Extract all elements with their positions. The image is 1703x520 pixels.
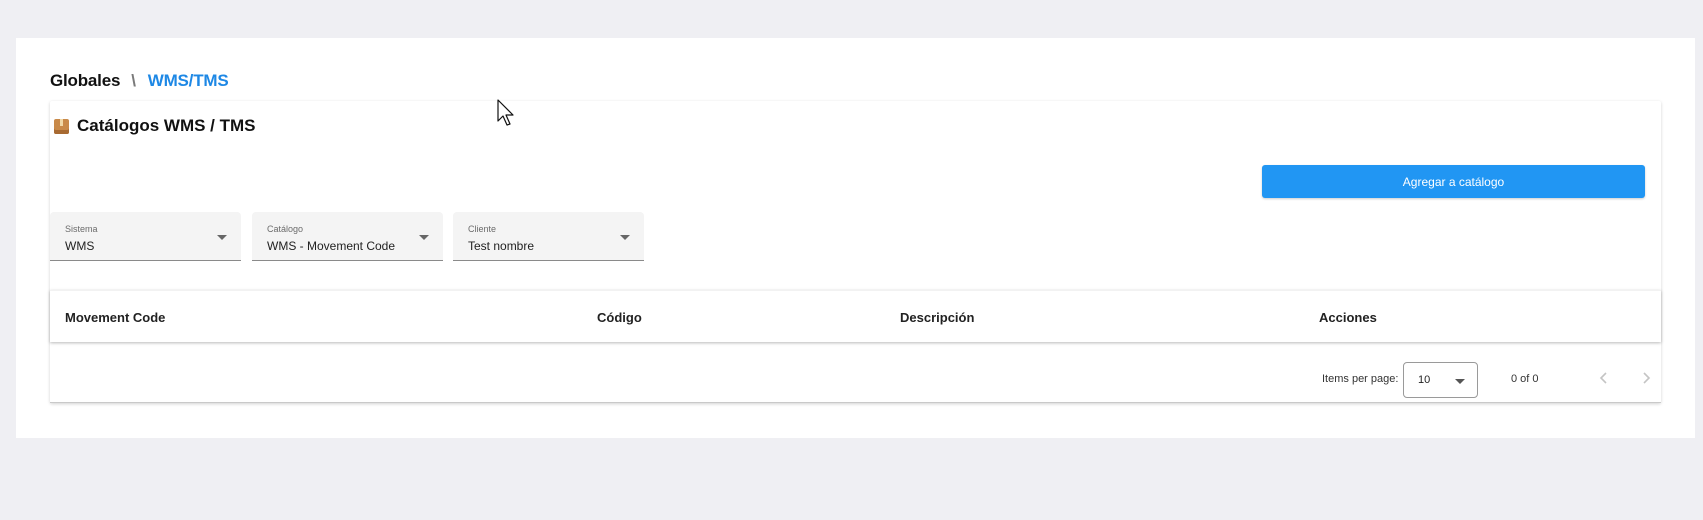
items-per-page-value: 10 bbox=[1418, 374, 1431, 386]
chevron-down-icon[interactable] bbox=[620, 235, 630, 240]
chevron-down-icon[interactable] bbox=[1455, 379, 1465, 384]
mouse-cursor-icon bbox=[497, 99, 517, 127]
items-per-page-select[interactable]: 10 bbox=[1403, 362, 1478, 398]
items-per-page-label: Items per page: bbox=[1322, 373, 1399, 385]
cliente-label: Cliente bbox=[468, 224, 497, 234]
panel-title-row: Catálogos WMS / TMS bbox=[54, 116, 256, 136]
catalogo-label: Catálogo bbox=[267, 224, 304, 234]
column-header-codigo[interactable]: Código bbox=[597, 310, 642, 325]
column-header-movement-code[interactable]: Movement Code bbox=[65, 310, 165, 325]
add-to-catalog-label: Agregar a catálogo bbox=[1402, 174, 1505, 189]
paginator: Items per page: 10 0 of 0 bbox=[50, 346, 1661, 403]
column-header-descripcion[interactable]: Descripción bbox=[900, 310, 974, 325]
package-icon bbox=[54, 118, 69, 134]
breadcrumb-separator: \ bbox=[131, 71, 136, 90]
sistema-value: WMS bbox=[65, 239, 95, 253]
catalogo-select[interactable]: Catálogo WMS - Movement Code bbox=[252, 212, 443, 261]
sistema-select[interactable]: Sistema WMS bbox=[50, 212, 241, 261]
sistema-label: Sistema bbox=[65, 224, 98, 234]
cliente-select[interactable]: Cliente Test nombre bbox=[453, 212, 644, 261]
range-label: 0 of 0 bbox=[1511, 373, 1539, 385]
page-card: Globales \ WMS/TMS Catálogos WMS / TMS A… bbox=[16, 38, 1695, 438]
chevron-left-icon[interactable] bbox=[1594, 368, 1614, 388]
breadcrumb-root[interactable]: Globales bbox=[50, 71, 120, 91]
catalog-panel: Catálogos WMS / TMS Agregar a catálogo S… bbox=[50, 101, 1661, 403]
cliente-value: Test nombre bbox=[468, 239, 535, 253]
chevron-down-icon[interactable] bbox=[217, 235, 227, 240]
breadcrumb-current: WMS/TMS bbox=[147, 71, 229, 90]
breadcrumb: Globales \ WMS/TMS bbox=[50, 71, 229, 91]
table-header: Movement Code Código Descripción Accione… bbox=[50, 290, 1661, 342]
panel-title: Catálogos WMS / TMS bbox=[77, 116, 256, 135]
column-header-acciones: Acciones bbox=[1319, 310, 1377, 325]
catalogo-value: WMS - Movement Code bbox=[267, 239, 396, 253]
chevron-down-icon[interactable] bbox=[419, 235, 429, 240]
chevron-right-icon[interactable] bbox=[1636, 368, 1656, 388]
add-to-catalog-button[interactable]: Agregar a catálogo bbox=[1262, 165, 1645, 198]
